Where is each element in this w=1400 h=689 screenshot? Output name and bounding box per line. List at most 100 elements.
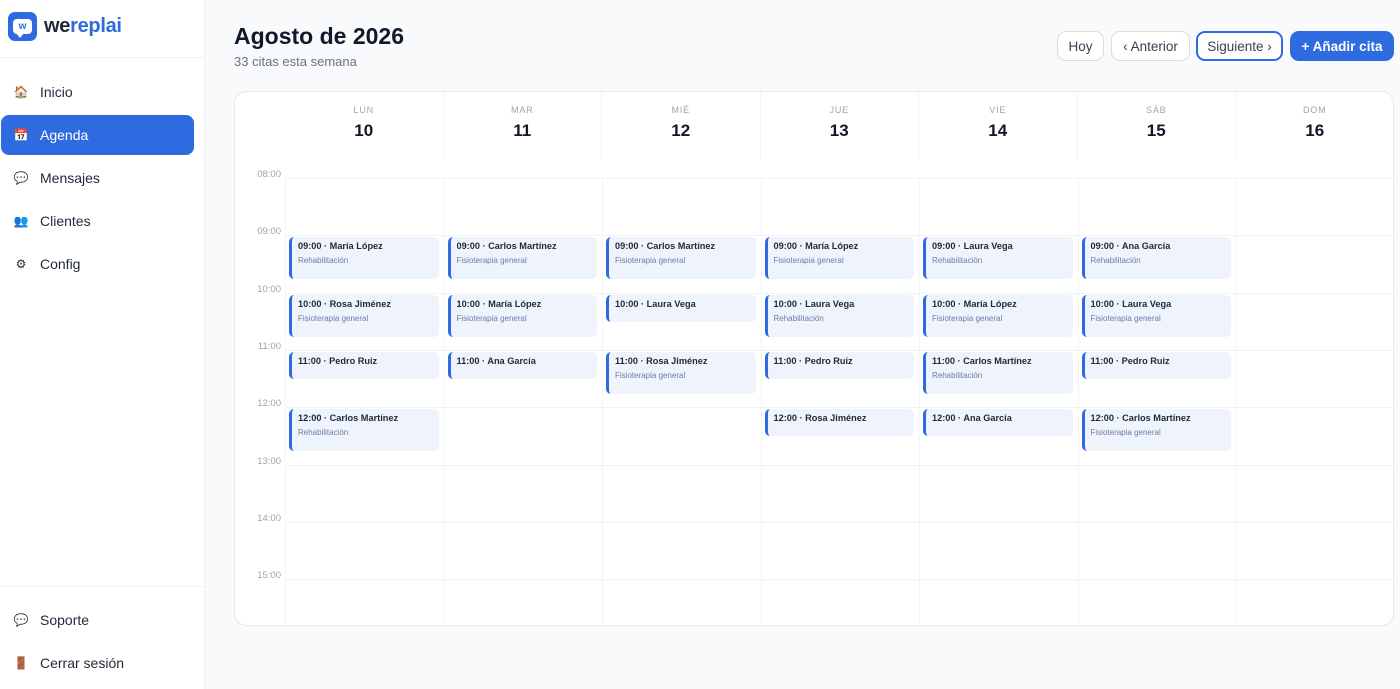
appointment-title: 11:00 · Pedro Ruiz: [773, 355, 853, 366]
appointment-card[interactable]: 09:00 · María López Rehabilitación: [289, 237, 439, 280]
day-name: MIÉ: [671, 105, 690, 115]
sidebar-item-label: Mensajes: [40, 170, 100, 186]
sidebar-item-label: Agenda: [40, 127, 89, 143]
appointment-title: 10:00 · Laura Vega: [1090, 298, 1172, 309]
appointment-title: 09:00 · Laura Vega: [932, 241, 1013, 252]
appointment-title: 10:00 · Laura Vega: [615, 298, 696, 309]
appointment-title: 11:00 · Ana García: [456, 355, 536, 366]
sidebar-item-mensajes[interactable]: 💬 Mensajes: [1, 158, 194, 198]
appointment-service: Fisioterapia general: [1090, 313, 1161, 323]
appointment-card[interactable]: 11:00 · Rosa Jiménez Fisioterapia general: [606, 351, 756, 394]
appointment-card[interactable]: 10:00 · Rosa Jiménez Fisioterapia general: [289, 294, 439, 337]
appointment-service: Fisioterapia general: [615, 370, 686, 380]
appointment-card[interactable]: 09:00 · Ana García Rehabilitación: [1081, 237, 1231, 280]
add-appointment-button[interactable]: + Añadir cita: [1290, 31, 1394, 61]
day-column[interactable]: [1236, 178, 1393, 625]
appointment-card[interactable]: 09:00 · María López Fisioterapia general: [764, 237, 914, 280]
appointment-card[interactable]: 12:00 · Rosa Jiménez: [764, 409, 914, 437]
next-week-button[interactable]: Siguiente ›: [1196, 31, 1283, 61]
appointment-service: Fisioterapia general: [932, 313, 1003, 323]
appointment-title: 12:00 · Carlos Martínez: [298, 413, 399, 424]
gear-icon: ⚙: [15, 257, 27, 271]
appointment-card[interactable]: 12:00 · Carlos Martínez Fisioterapia gene…: [1081, 409, 1231, 452]
sidebar-item-soporte[interactable]: 💬 Soporte: [1, 600, 194, 640]
appointment-card[interactable]: 10:00 · Laura Vega Fisioterapia general: [1081, 294, 1231, 337]
appointment-title: 12:00 · Ana García: [932, 413, 1012, 424]
day-header: VIE 14: [919, 92, 1078, 160]
logo-letter: w: [13, 18, 32, 38]
day-header: LUN 10: [285, 92, 444, 160]
appointment-service: Fisioterapia general: [615, 256, 686, 266]
day-name: MAR: [511, 105, 534, 115]
day-number: 15: [1146, 121, 1166, 140]
appointment-title: 10:00 · María López: [932, 298, 1017, 309]
day-number: 16: [1305, 121, 1325, 140]
appointment-title: 09:00 · María López: [298, 241, 383, 252]
appointment-card[interactable]: 09:00 · Carlos Martínez Fisioterapia gene…: [447, 237, 597, 280]
appointment-title: 10:00 · Laura Vega: [773, 298, 855, 309]
day-number: 11: [513, 121, 532, 140]
week-calendar: LUN 10 MAR 11 MIÉ 12 JUE 13 VIE 14 SÁB 15 DOM 16 08:0…: [234, 91, 1394, 626]
today-button[interactable]: Hoy: [1057, 31, 1104, 61]
sidebar-item-inicio[interactable]: 🏠 Inicio: [1, 72, 194, 112]
appointment-title: 10:00 · María López: [456, 298, 542, 309]
sidebar-item-cerrar-sesi-n[interactable]: 🚪 Cerrar sesión: [1, 643, 194, 683]
appointment-service: Rehabilitación: [298, 256, 349, 266]
sidebar-item-label: Cerrar sesión: [40, 655, 125, 671]
appointment-count: 33 citas esta semana: [234, 54, 357, 69]
appointment-title: 11:00 · Pedro Ruiz: [298, 355, 378, 366]
day-header: DOM 16: [1236, 92, 1393, 160]
appointment-service: Fisioterapia general: [1090, 428, 1161, 438]
brand-name: wereplai: [44, 15, 122, 38]
chat-bubble-icon: 💬: [13, 171, 29, 185]
appointment-card[interactable]: 10:00 · Laura Vega Rehabilitación: [764, 294, 914, 337]
appointment-service: Rehabilitación: [932, 256, 983, 266]
sidebar-item-label: Soporte: [40, 612, 90, 628]
appointment-card[interactable]: 09:00 · Carlos Martínez Fisioterapia gene…: [606, 237, 756, 280]
hour-label: 09:00: [257, 226, 281, 238]
appointment-card[interactable]: 11:00 · Ana García: [447, 351, 597, 379]
sidebar: w wereplai 🏠 Inicio 📅 Agenda 💬 Mensajes 👥 Clien…: [0, 0, 205, 689]
hour-gridline: [285, 464, 1393, 466]
sidebar-item-agenda[interactable]: 📅 Agenda: [1, 115, 194, 155]
house-icon: 🏠: [13, 85, 29, 99]
appointment-card[interactable]: 12:00 · Ana García: [923, 409, 1073, 437]
appointment-card[interactable]: 11:00 · Pedro Ruiz: [1081, 351, 1231, 379]
appointment-card[interactable]: 10:00 · Laura Vega: [606, 294, 756, 322]
hour-gridline: [285, 521, 1393, 523]
sidebar-item-config[interactable]: ⚙ Config: [1, 244, 194, 284]
hour-label: 14:00: [257, 512, 281, 524]
sidebar-item-label: Inicio: [40, 84, 73, 100]
appointment-title: 12:00 · Carlos Martínez: [1090, 413, 1191, 424]
appointment-card[interactable]: 11:00 · Pedro Ruiz: [289, 351, 439, 379]
appointment-card[interactable]: 12:00 · Carlos Martínez Rehabilitación: [289, 409, 439, 452]
hour-gridline: [285, 407, 1393, 409]
day-name: DOM: [1303, 105, 1327, 115]
sidebar-item-clientes[interactable]: 👥 Clientes: [1, 201, 194, 241]
sidebar-item-label: Clientes: [40, 213, 91, 229]
appointment-title: 11:00 · Carlos Martínez: [932, 355, 1032, 366]
chat-bubble-icon: 💬: [13, 613, 29, 627]
hour-gridline: [285, 292, 1393, 294]
page-title: Agosto de 2026: [234, 23, 404, 49]
sidebar-item-label: Config: [40, 256, 81, 272]
day-header: MIÉ 12: [602, 92, 761, 160]
hour-label: 13:00: [257, 455, 281, 467]
brand-logo[interactable]: w wereplai: [8, 11, 122, 41]
appointment-card[interactable]: 11:00 · Carlos Martínez Rehabilitación: [923, 351, 1073, 394]
users-icon: 👥: [13, 214, 29, 228]
appointment-service: Rehabilitación: [773, 313, 824, 323]
door-icon: 🚪: [13, 656, 29, 670]
appointment-card[interactable]: 10:00 · María López Fisioterapia general: [447, 294, 597, 337]
day-number: 14: [988, 121, 1008, 140]
appointment-card[interactable]: 11:00 · Pedro Ruiz: [764, 351, 914, 379]
hour-gridline: [285, 178, 1393, 179]
appointment-title: 12:00 · Rosa Jiménez: [773, 413, 867, 424]
appointment-service: Fisioterapia general: [456, 313, 527, 323]
appointment-card[interactable]: 10:00 · María López Fisioterapia general: [923, 294, 1073, 337]
calendar-grid[interactable]: 09:00 · María López Rehabilitación 10:00 ·…: [285, 178, 1393, 625]
chat-logo-icon: w: [8, 11, 37, 41]
appointment-card[interactable]: 09:00 · Laura Vega Rehabilitación: [923, 237, 1073, 280]
day-header: MAR 11: [444, 92, 602, 160]
previous-week-button[interactable]: ‹ Anterior: [1111, 31, 1190, 61]
